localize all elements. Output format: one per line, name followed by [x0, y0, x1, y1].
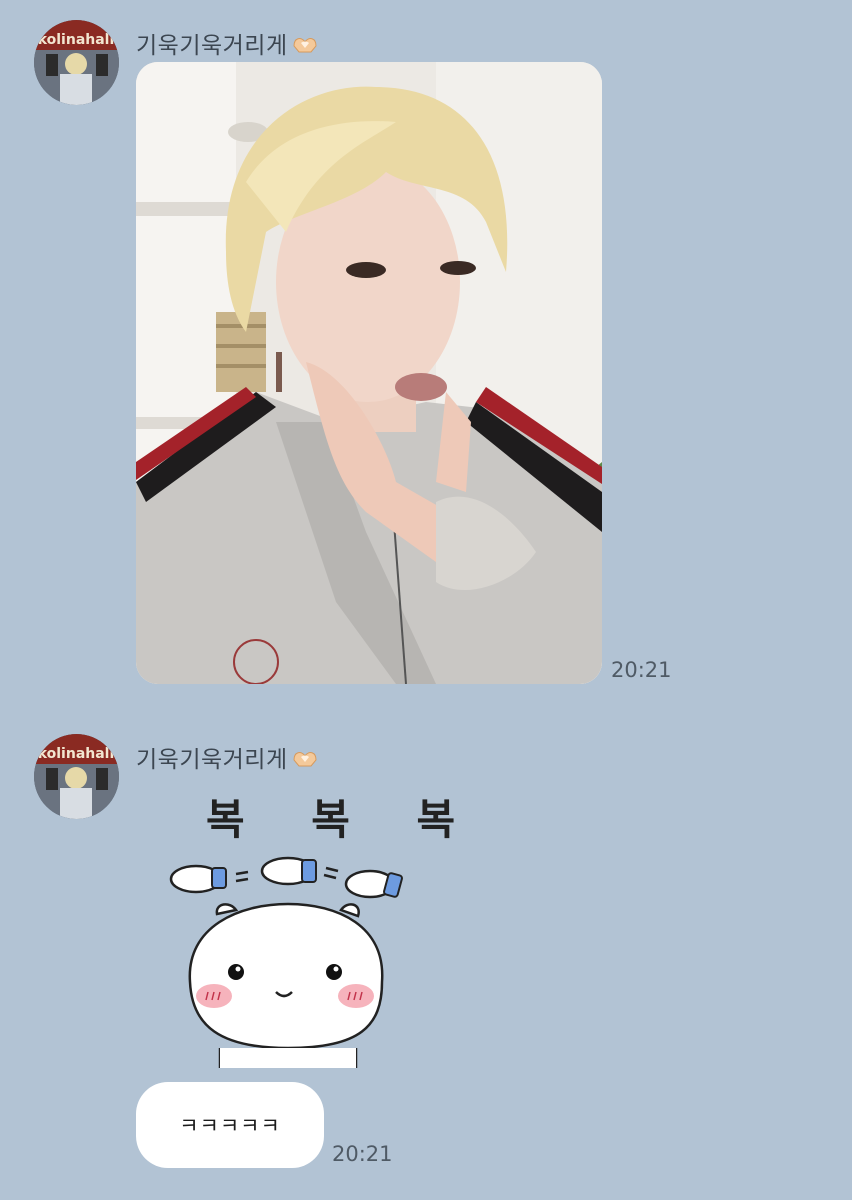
text-message-bubble[interactable]: ㅋㅋㅋㅋㅋ	[136, 1082, 324, 1168]
sticker-hand-right	[344, 869, 403, 899]
photo-message[interactable]	[136, 62, 602, 684]
sticker-hand-center	[260, 856, 339, 886]
chat-room: kolinahali 기욱기욱거리게 20:21 kolinahali 기욱기욱…	[0, 0, 852, 1200]
heart-hands-icon	[293, 752, 317, 767]
sender-name: 기욱기욱거리게	[136, 740, 319, 774]
message-time: 20:21	[332, 1142, 393, 1166]
message-text: ㅋㅋㅋㅋㅋ	[179, 1114, 281, 1138]
svg-text:kolinahali: kolinahali	[38, 32, 115, 48]
svg-text:kolinahali: kolinahali	[38, 746, 115, 762]
sticker-message[interactable]: 복 복 복	[160, 786, 455, 1068]
sender-name: 기욱기욱거리게	[136, 26, 319, 60]
sender-avatar[interactable]: kolinahali	[34, 734, 119, 819]
sticker-hand-left	[169, 864, 249, 894]
message-time: 20:21	[611, 658, 672, 682]
heart-hands-icon	[293, 38, 317, 53]
sticker-character	[188, 902, 384, 1068]
sender-avatar[interactable]: kolinahali	[34, 20, 119, 105]
